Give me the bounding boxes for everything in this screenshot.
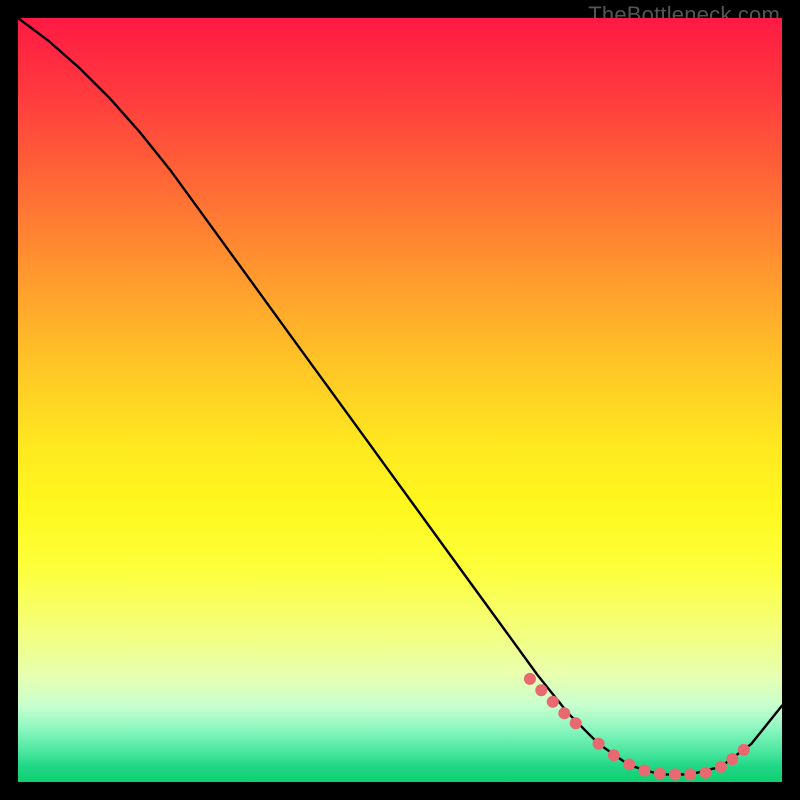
highlight-point [547, 696, 559, 708]
highlight-point [570, 717, 582, 729]
highlight-point [700, 767, 712, 779]
highlight-point [608, 749, 620, 761]
highlight-point [623, 758, 635, 770]
highlight-point [558, 707, 570, 719]
highlight-points [524, 673, 750, 781]
bottleneck-curve [18, 18, 782, 774]
highlight-point [593, 738, 605, 750]
highlight-point [524, 673, 536, 685]
highlight-point [738, 744, 750, 756]
curve-path [18, 18, 782, 774]
chart-stage: TheBottleneck.com [0, 0, 800, 800]
highlight-point [669, 768, 681, 780]
highlight-point [535, 684, 547, 696]
highlight-point [639, 765, 651, 777]
chart-svg [18, 18, 782, 782]
highlight-point [654, 768, 666, 780]
plot-area [18, 18, 782, 782]
highlight-point [715, 761, 727, 773]
highlight-point [726, 753, 738, 765]
highlight-point [684, 768, 696, 780]
